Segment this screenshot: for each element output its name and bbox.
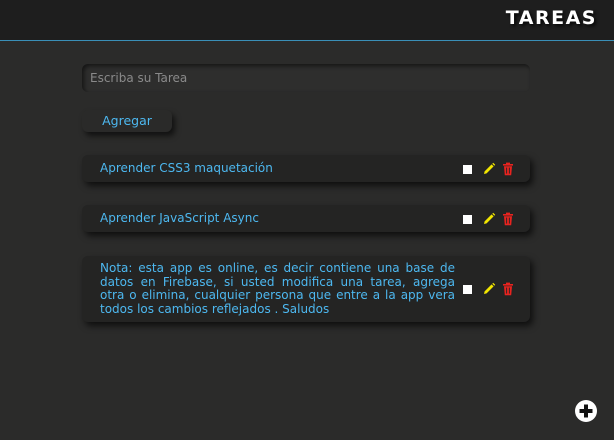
trash-icon[interactable] — [501, 162, 515, 176]
task-checkbox[interactable] — [463, 285, 472, 294]
pencil-icon[interactable] — [482, 282, 496, 296]
app-title: TAREAS — [505, 7, 597, 29]
task-text: Aprender JavaScript Async — [100, 211, 259, 225]
floating-add-button[interactable] — [575, 400, 597, 422]
task-text: Nota: esta app es online, es decir conti… — [100, 261, 455, 316]
pencil-icon[interactable] — [482, 212, 496, 226]
task-input[interactable] — [82, 64, 530, 92]
trash-icon[interactable] — [501, 212, 515, 226]
plus-icon — [579, 404, 593, 418]
task-checkbox[interactable] — [463, 165, 472, 174]
task-item: Nota: esta app es online, es decir conti… — [82, 256, 530, 322]
trash-icon[interactable] — [501, 282, 515, 296]
add-task-button[interactable]: Agregar — [82, 110, 172, 132]
task-text: Aprender CSS3 maquetación — [100, 161, 273, 175]
task-item: Aprender CSS3 maquetación — [82, 155, 530, 182]
pencil-icon[interactable] — [482, 162, 496, 176]
task-checkbox[interactable] — [463, 215, 472, 224]
app-header: TAREAS — [0, 0, 614, 41]
task-item: Aprender JavaScript Async — [82, 205, 530, 232]
